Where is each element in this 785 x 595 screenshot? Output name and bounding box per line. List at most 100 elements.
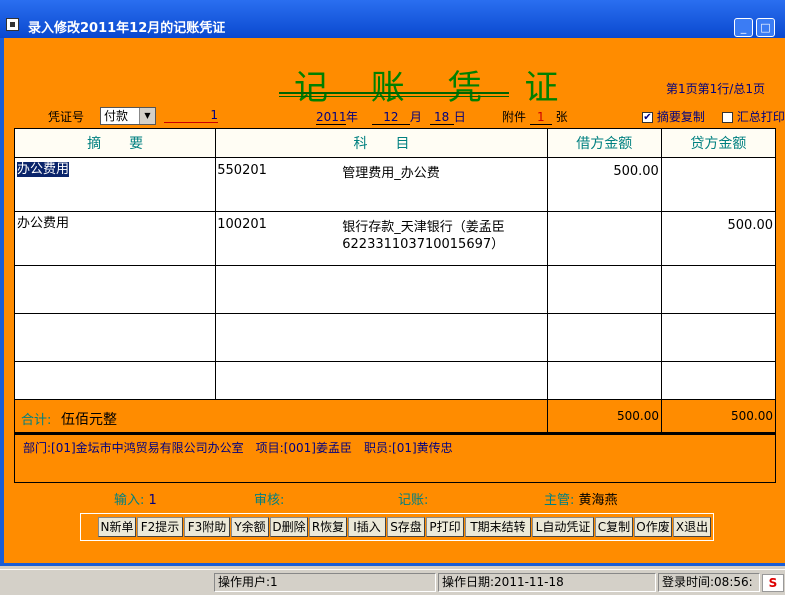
attachment-count-field[interactable]: 1: [529, 110, 552, 125]
summary-text: 办公费用: [17, 162, 70, 177]
header-account: 科 目: [215, 128, 548, 158]
total-credit-cell: 500.00: [661, 400, 776, 432]
table-row[interactable]: [13, 265, 777, 314]
minimize-button[interactable]: _: [734, 18, 753, 37]
account-name: 管理费用_办公费: [342, 166, 440, 181]
credit-cell[interactable]: [660, 157, 777, 212]
total-words: 伍佰元整: [61, 412, 117, 428]
summary-copy-label: 摘要复制: [656, 110, 705, 124]
title-underline-thin: [279, 96, 509, 97]
summary-cell[interactable]: 办公费用: [13, 157, 217, 212]
input-value: 1: [148, 493, 157, 508]
bookkeep-label: 记账:: [398, 493, 429, 508]
voucher-form: 记 账 凭 证 第1页第1行/总1页 凭证号 付款 ▼ 1 2011年 12 月 …: [4, 38, 785, 563]
supervisor-label: 主管:: [544, 493, 575, 508]
delete-button[interactable]: D删除: [270, 517, 308, 537]
period-end-button[interactable]: T期末结转: [465, 517, 531, 537]
header-credit: 贷方金额: [660, 128, 777, 158]
bookkeep-signature: 记账:: [398, 489, 428, 508]
window-menu-icon[interactable]: [6, 18, 19, 31]
review-label: 审核:: [254, 493, 285, 508]
year-unit: 年: [346, 110, 359, 124]
balance-button[interactable]: Y余额: [231, 517, 269, 537]
auto-voucher-button[interactable]: L自动凭证: [532, 517, 594, 537]
debit-cell[interactable]: 500.00: [546, 157, 662, 212]
day-field[interactable]: 18: [429, 110, 454, 125]
month-unit: 月: [409, 110, 422, 124]
auxiliary-info-box: 部门:[01]金坛市中鸿贸易有限公司办公室 项目:[001]姜孟臣 职员:[01…: [14, 433, 776, 483]
maximize-button[interactable]: □: [756, 18, 775, 37]
voucher-window: 录入修改2011年12月的记账凭证 _ □ 记 账 凭 证 第1页第1行/总1页…: [0, 0, 785, 566]
new-button[interactable]: N新单: [98, 517, 136, 537]
table-row[interactable]: 办公费用 100201 银行存款_天津银行（姜孟臣 62233110371001…: [13, 211, 777, 266]
status-user: 操作用户:1: [214, 573, 436, 592]
table-row[interactable]: [13, 313, 777, 362]
voucher-table: 摘 要 科 目 借方金额 贷方金额 办公费用 550201 管理费用_办公费 5…: [13, 128, 777, 410]
account-code: 100201: [217, 217, 267, 232]
attachment-unit: 张: [555, 110, 568, 124]
title-bar[interactable]: 录入修改2011年12月的记账凭证 _ □: [0, 0, 785, 38]
account-cell[interactable]: [215, 313, 548, 362]
print-button[interactable]: P打印: [426, 517, 464, 537]
copy-button[interactable]: C复制: [595, 517, 633, 537]
table-row[interactable]: 办公费用 550201 管理费用_办公费 500.00: [13, 157, 777, 212]
header-summary: 摘 要: [13, 128, 217, 158]
debit-cell[interactable]: [546, 313, 662, 362]
input-signature: 输入: 1: [114, 489, 157, 508]
status-bar: 操作用户:1 操作日期:2011-11-18 登录时间:08:56: S: [0, 569, 785, 595]
supervisor-signature: 主管: 黄海燕: [544, 489, 618, 508]
voucher-type-value: 付款: [104, 109, 129, 123]
save-button[interactable]: S存盘: [387, 517, 425, 537]
review-signature: 审核:: [254, 489, 284, 508]
chevron-down-icon[interactable]: ▼: [139, 108, 155, 124]
attachment-label: 附件: [502, 110, 527, 124]
summary-cell[interactable]: 办公费用: [13, 211, 217, 266]
window-title: 录入修改2011年12月的记账凭证: [28, 21, 226, 36]
input-label: 输入:: [114, 493, 145, 508]
page-info: 第1页第1行/总1页: [666, 82, 765, 96]
void-button[interactable]: O作废: [634, 517, 672, 537]
voucher-number-field[interactable]: 1: [164, 108, 218, 123]
summary-copy-checkbox[interactable]: ✔: [642, 112, 653, 123]
total-debit-cell: 500.00: [547, 400, 662, 432]
account-name-line2: 622331103710015697）: [342, 237, 505, 252]
day-unit: 日: [453, 110, 466, 124]
table-header: 摘 要 科 目 借方金额 贷方金额: [13, 128, 777, 158]
account-cell[interactable]: 550201 管理费用_办公费: [215, 157, 548, 212]
debit-cell[interactable]: [546, 265, 662, 314]
total-credit: 500.00: [731, 409, 773, 423]
account-cell[interactable]: 100201 银行存款_天津银行（姜孟臣 622331103710015697）: [215, 211, 548, 266]
header-debit: 借方金额: [546, 128, 662, 158]
total-label: 合计:: [21, 413, 52, 428]
insert-button[interactable]: I插入: [348, 517, 386, 537]
restore-button[interactable]: R恢复: [309, 517, 347, 537]
exit-button[interactable]: X退出: [673, 517, 711, 537]
year-field[interactable]: 2011: [316, 110, 347, 125]
auxiliary-info: 部门:[01]金坛市中鸿贸易有限公司办公室 项目:[001]姜孟臣 职员:[01…: [23, 441, 453, 455]
summary-cell[interactable]: [13, 313, 217, 362]
voucher-type-select[interactable]: 付款 ▼: [100, 107, 156, 125]
voucher-type-label: 凭证号: [48, 110, 85, 124]
summary-text: 办公费用: [17, 216, 70, 231]
credit-cell[interactable]: [660, 265, 777, 314]
total-row: 合计: 伍佰元整 500.00 500.00: [14, 399, 776, 433]
credit-cell[interactable]: 500.00: [660, 211, 777, 266]
hint-button[interactable]: F2提示: [137, 517, 183, 537]
status-date: 操作日期:2011-11-18: [438, 573, 656, 592]
total-debit: 500.00: [617, 409, 659, 423]
month-field[interactable]: 12: [371, 110, 410, 125]
status-login-time: 登录时间:08:56:: [658, 573, 760, 592]
summary-cell[interactable]: [13, 265, 217, 314]
tray-icon[interactable]: S: [762, 574, 784, 592]
summary-print-checkbox[interactable]: [722, 112, 733, 123]
debit-cell[interactable]: [546, 211, 662, 266]
toolbar: N新单 F2提示 F3附助 Y余额 D删除 R恢复 I插入 S存盘 P打印 T期…: [80, 513, 714, 541]
title-underline: [279, 92, 509, 94]
voucher-title: 记 账 凭 证: [294, 68, 575, 108]
account-code: 550201: [217, 163, 267, 178]
aux-button[interactable]: F3附助: [184, 517, 230, 537]
summary-print-label: 汇总打印: [736, 110, 785, 124]
credit-cell[interactable]: [660, 313, 777, 362]
supervisor-value: 黄海燕: [578, 493, 618, 508]
account-cell[interactable]: [215, 265, 548, 314]
